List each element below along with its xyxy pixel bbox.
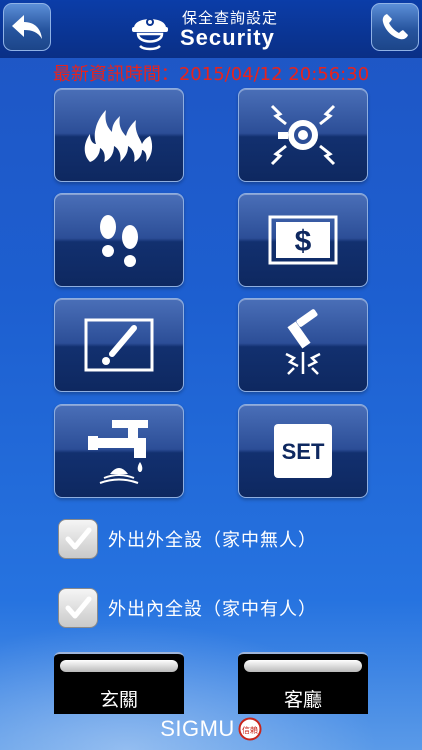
header-title: 保全查詢設定 Security [128, 4, 278, 56]
last-update-timestamp: 最新資訊時間：2015/04/12 20:56:30 [52, 64, 370, 85]
gas-valve-alert-icon [285, 309, 321, 375]
finance-alarm-button[interactable]: $ [238, 193, 368, 287]
fire-icon [84, 110, 153, 162]
brand-name: SIGMU [160, 716, 235, 741]
away-arming-label: 外出外全設（家中無人） [108, 530, 317, 551]
zone-label: 客廳 [283, 689, 322, 711]
set-label: SET [282, 439, 325, 464]
away-arming-option[interactable]: 外出外全設（家中無人） [58, 518, 317, 560]
title-english: Security [180, 25, 275, 51]
intrusion-alarm-button[interactable] [54, 193, 184, 287]
brand-footer: SIGMU 信賴 [0, 716, 422, 742]
call-button[interactable] [371, 3, 419, 51]
set-icon: SET [274, 424, 332, 478]
zone-button-entrance[interactable]: 玄關 [54, 652, 184, 714]
alarm-siren-icon [270, 104, 336, 166]
home-arming-label: 外出內全設（家中有人） [108, 599, 317, 620]
fire-alarm-button[interactable] [54, 88, 184, 182]
checkmark-icon [65, 527, 92, 550]
svg-text:信賴: 信賴 [242, 725, 258, 735]
zone-button-living-room[interactable]: 客廳 [238, 652, 368, 714]
zone-label: 玄關 [99, 689, 138, 711]
home-arming-option[interactable]: 外出內全設（家中有人） [58, 587, 317, 629]
water-leak-icon [88, 420, 148, 484]
phone-icon [382, 14, 408, 40]
away-arming-checkbox[interactable] [58, 519, 98, 559]
zone-indicator-bar [244, 660, 362, 672]
title-chinese: 保全查詢設定 [182, 8, 279, 27]
back-button[interactable] [3, 3, 51, 51]
security-guard-icon [132, 18, 168, 51]
dollar-sign-icon: $ [268, 215, 338, 265]
footprints-icon [100, 215, 138, 267]
zone-indicator-bar [60, 660, 178, 672]
emergency-button-icon [84, 318, 154, 372]
siren-alarm-button[interactable] [238, 88, 368, 182]
settings-button[interactable]: SET [238, 404, 368, 498]
gas-alarm-button[interactable] [238, 298, 368, 392]
back-arrow-icon [12, 15, 42, 39]
home-arming-checkbox[interactable] [58, 588, 98, 628]
brand-seal-logo: 信賴 [238, 717, 262, 741]
app-header: 保全查詢設定 Security [0, 0, 422, 58]
water-leak-button[interactable] [54, 404, 184, 498]
emergency-alarm-button[interactable] [54, 298, 184, 392]
checkmark-icon [65, 596, 92, 619]
svg-text:$: $ [295, 225, 312, 258]
